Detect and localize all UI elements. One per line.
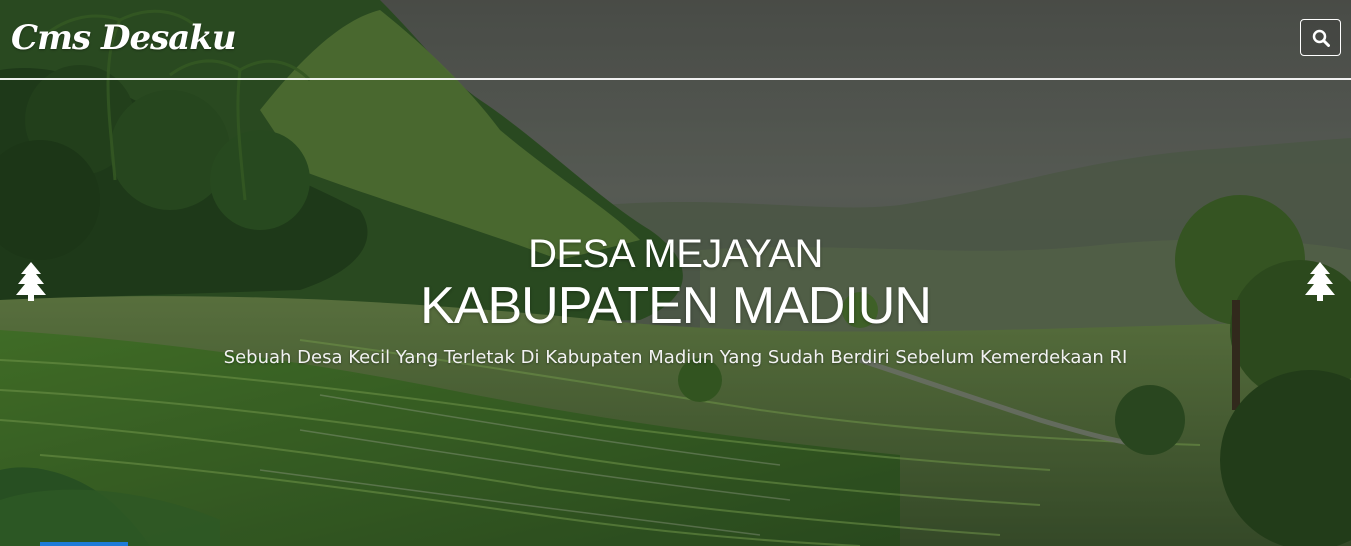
hero-slider: Cms Desaku DESA MEJAYAN KABUPATEN MADIUN… xyxy=(0,0,1351,546)
slider-progress-indicator xyxy=(40,542,128,546)
search-icon xyxy=(1312,29,1330,47)
hero-title-line2: KABUPATEN MADIUN xyxy=(420,277,932,335)
top-navbar: Cms Desaku xyxy=(0,0,1351,80)
hero-caption: DESA MEJAYAN KABUPATEN MADIUN Sebuah Des… xyxy=(0,230,1351,370)
brand-logo[interactable]: Cms Desaku xyxy=(11,18,237,58)
hero-title-line1: DESA MEJAYAN xyxy=(528,232,823,276)
search-button[interactable] xyxy=(1300,19,1341,56)
hero-subtitle: Sebuah Desa Kecil Yang Terletak Di Kabup… xyxy=(223,347,1128,368)
